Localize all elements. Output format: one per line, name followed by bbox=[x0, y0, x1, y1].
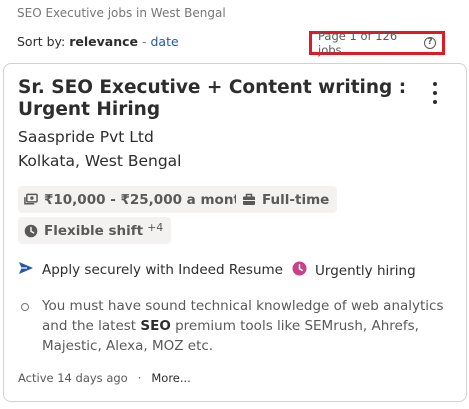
sort-label: Sort by: bbox=[17, 34, 66, 49]
company-name: Saaspride Pvt Ltd bbox=[18, 128, 154, 146]
briefcase-icon bbox=[242, 193, 256, 207]
more-link[interactable]: More... bbox=[151, 371, 190, 385]
send-arrow-icon bbox=[18, 261, 34, 279]
job-title[interactable]: Sr. SEO Executive + Content writing : Ur… bbox=[18, 77, 408, 121]
salary-text: ₹10,000 - ₹25,000 a month bbox=[44, 191, 250, 208]
snippet-text: You must have sound technical knowledge … bbox=[42, 298, 444, 354]
urgent-text: Urgently hiring bbox=[315, 262, 416, 279]
job-snippet: You must have sound technical knowledge … bbox=[18, 296, 448, 356]
bullet-icon bbox=[21, 303, 29, 311]
shift-extra: +4 bbox=[147, 221, 164, 234]
posted-date: Active 14 days ago bbox=[18, 371, 128, 385]
urgent-clock-icon bbox=[292, 261, 307, 280]
search-heading: SEO Executive jobs in West Bengal bbox=[17, 6, 226, 20]
salary-tag: ₹10,000 - ₹25,000 a month bbox=[18, 186, 258, 213]
job-card[interactable]: Sr. SEO Executive + Content writing : Ur… bbox=[3, 63, 467, 402]
clock-icon bbox=[24, 224, 38, 238]
job-type-tag: Full-time bbox=[236, 186, 338, 213]
job-location: Kolkata, West Bengal bbox=[18, 152, 182, 170]
apply-text: Apply securely with Indeed Resume bbox=[42, 262, 283, 278]
sort-date-link[interactable]: date bbox=[150, 34, 178, 49]
page-count: Page 1 of 126 jobs ? bbox=[309, 29, 445, 57]
kebab-menu-icon[interactable] bbox=[426, 82, 444, 104]
sort-row: Sort by: relevance - date bbox=[17, 34, 179, 49]
sort-relevance: relevance bbox=[69, 34, 138, 49]
job-type-text: Full-time bbox=[262, 191, 330, 208]
apply-row: Apply securely with Indeed Resume bbox=[18, 261, 283, 279]
card-footer: Active 14 days ago · More... bbox=[18, 371, 191, 385]
urgent-row: Urgently hiring bbox=[292, 261, 416, 280]
sort-separator: - bbox=[141, 34, 147, 49]
shift-text: Flexible shift bbox=[44, 222, 144, 239]
shift-tag[interactable]: Flexible shift +4 bbox=[18, 217, 172, 244]
help-icon[interactable]: ? bbox=[424, 37, 436, 49]
page-count-text: Page 1 of 126 jobs bbox=[318, 29, 398, 57]
footer-separator: · bbox=[137, 371, 142, 385]
money-icon bbox=[24, 193, 38, 207]
